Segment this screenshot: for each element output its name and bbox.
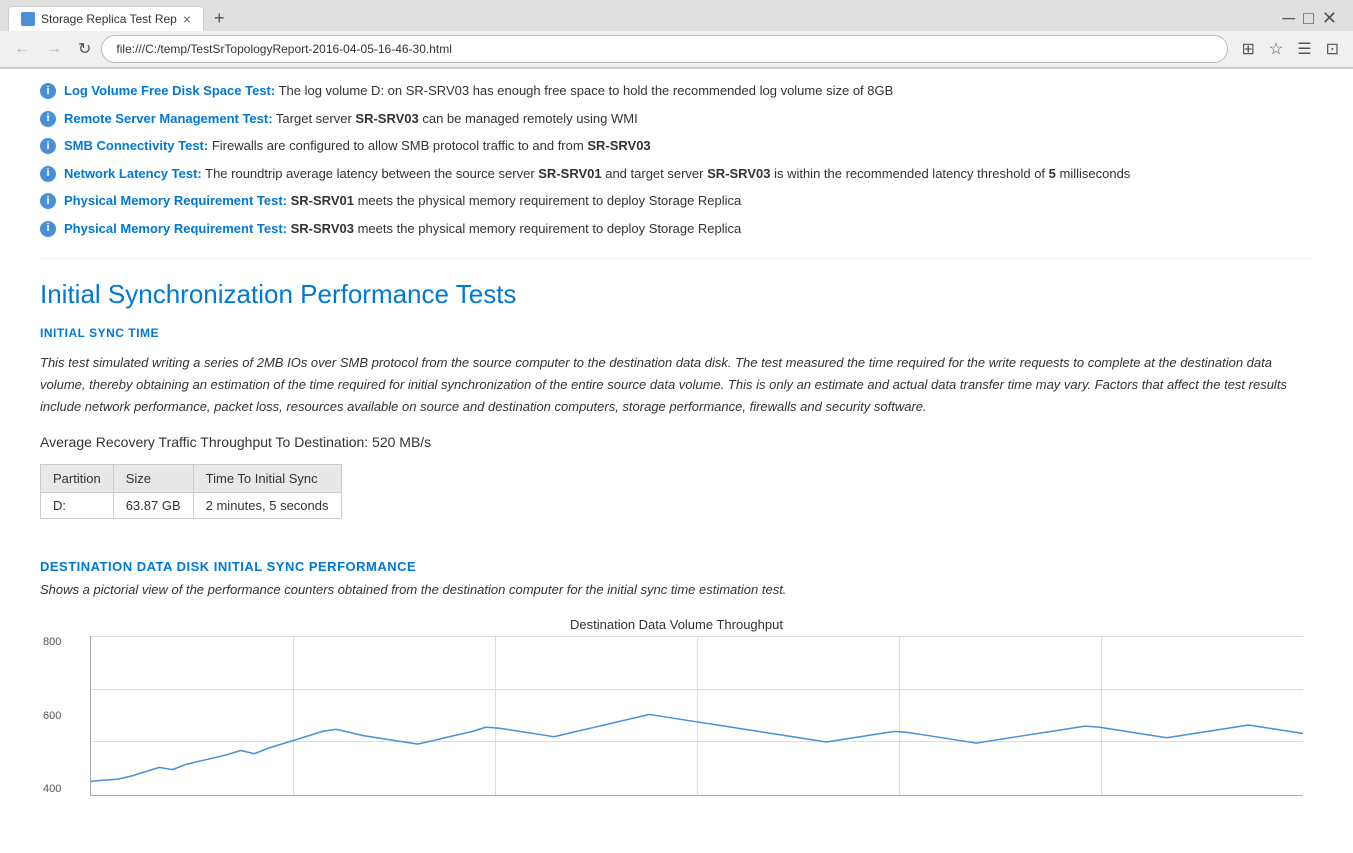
info-icon-smb: i: [40, 138, 56, 154]
tab-favicon: [21, 12, 35, 26]
table-cell-time: 2 minutes, 5 seconds: [193, 493, 341, 519]
info-icon-memory1: i: [40, 193, 56, 209]
sync-table-body: D:63.87 GB2 minutes, 5 seconds: [41, 493, 342, 519]
table-cell-partition: D:: [41, 493, 114, 519]
new-tab-button[interactable]: +: [208, 6, 231, 31]
menu-button[interactable]: ☰: [1291, 35, 1317, 63]
dest-disk-subheading: DESTINATION DATA DISK INITIAL SYNC PERFO…: [40, 559, 1313, 574]
info-item-remote: i Remote Server Management Test: Target …: [40, 105, 1313, 133]
section-main-heading: Initial Synchronization Performance Test…: [40, 279, 1313, 310]
tab-title: Storage Replica Test Rep: [41, 12, 177, 26]
table-cell-size: 63.87 GB: [113, 493, 193, 519]
table-header-row: Partition Size Time To Initial Sync: [41, 465, 342, 493]
page-content: i Log Volume Free Disk Space Test: The l…: [0, 69, 1353, 842]
info-item-logvolume: i Log Volume Free Disk Space Test: The l…: [40, 77, 1313, 105]
info-items-list: i Log Volume Free Disk Space Test: The l…: [40, 69, 1313, 259]
y-label-600: 600: [43, 710, 61, 722]
y-label-400: 400: [43, 783, 61, 795]
info-item-memory2: i Physical Memory Requirement Test: SR-S…: [40, 215, 1313, 243]
section-initial-sync: Initial Synchronization Performance Test…: [40, 259, 1313, 802]
bookmark-button[interactable]: ☆: [1263, 35, 1289, 63]
forward-button[interactable]: →: [40, 36, 68, 62]
chart-area: 800 600 400: [90, 636, 1303, 796]
info-icon-remote: i: [40, 111, 56, 127]
chart-y-labels: 800 600 400: [43, 636, 61, 795]
table-header-size: Size: [113, 465, 193, 493]
nav-bar: ← → ↻ ⊞ ☆ ☰ ⊡: [0, 31, 1353, 68]
extensions-button[interactable]: ⊡: [1320, 35, 1345, 63]
info-icon-logvolume: i: [40, 83, 56, 99]
throughput-line: Average Recovery Traffic Throughput To D…: [40, 434, 1313, 450]
address-bar[interactable]: [101, 35, 1227, 63]
info-label-memory1: Physical Memory Requirement Test:: [64, 193, 287, 208]
initial-sync-description: This test simulated writing a series of …: [40, 352, 1313, 418]
info-text-logvolume: Log Volume Free Disk Space Test: The log…: [64, 81, 893, 101]
info-label-latency: Network Latency Test:: [64, 166, 202, 181]
table-header-time: Time To Initial Sync: [193, 465, 341, 493]
chart-title-label: Destination Data Volume Throughput: [40, 617, 1313, 632]
close-window-button[interactable]: ✕: [1322, 8, 1345, 29]
info-icon-latency: i: [40, 166, 56, 182]
minimize-button[interactable]: ─: [1282, 8, 1303, 29]
info-text-memory1: Physical Memory Requirement Test: SR-SRV…: [64, 191, 741, 211]
info-text-latency: Network Latency Test: The roundtrip aver…: [64, 164, 1130, 184]
refresh-button[interactable]: ↻: [72, 35, 97, 63]
info-label-memory2: Physical Memory Requirement Test:: [64, 221, 287, 236]
dest-disk-section: DESTINATION DATA DISK INITIAL SYNC PERFO…: [40, 549, 1313, 802]
initial-sync-subheading: INITIAL SYNC TIME: [40, 326, 1313, 340]
browser-tab[interactable]: Storage Replica Test Rep ×: [8, 6, 204, 31]
chart-svg: [91, 636, 1303, 795]
dest-disk-subtitle: Shows a pictorial view of the performanc…: [40, 582, 1313, 597]
y-label-800: 800: [43, 636, 61, 648]
info-label-smb: SMB Connectivity Test:: [64, 138, 208, 153]
info-text-memory2: Physical Memory Requirement Test: SR-SRV…: [64, 219, 741, 239]
info-label-logvolume: Log Volume Free Disk Space Test:: [64, 83, 275, 98]
browser-chrome: Storage Replica Test Rep × + ─ □ ✕ ← → ↻…: [0, 0, 1353, 69]
table-row: D:63.87 GB2 minutes, 5 seconds: [41, 493, 342, 519]
info-text-smb: SMB Connectivity Test: Firewalls are con…: [64, 136, 651, 156]
back-button[interactable]: ←: [8, 36, 36, 62]
info-item-smb: i SMB Connectivity Test: Firewalls are c…: [40, 132, 1313, 160]
table-header-partition: Partition: [41, 465, 114, 493]
tab-bar: Storage Replica Test Rep × + ─ □ ✕: [0, 0, 1353, 31]
info-text-remote: Remote Server Management Test: Target se…: [64, 109, 638, 129]
initial-sync-time-block: INITIAL SYNC TIME This test simulated wr…: [40, 326, 1313, 519]
sync-table: Partition Size Time To Initial Sync D:63…: [40, 464, 342, 519]
tab-close-button[interactable]: ×: [183, 12, 191, 26]
maximize-button[interactable]: □: [1303, 8, 1322, 29]
nav-right-buttons: ⊞ ☆ ☰ ⊡: [1236, 35, 1346, 63]
info-item-memory1: i Physical Memory Requirement Test: SR-S…: [40, 187, 1313, 215]
info-item-latency: i Network Latency Test: The roundtrip av…: [40, 160, 1313, 188]
chart-container: Destination Data Volume Throughput 800 6…: [40, 617, 1313, 802]
info-label-remote: Remote Server Management Test:: [64, 111, 273, 126]
reader-view-button[interactable]: ⊞: [1236, 35, 1261, 63]
info-icon-memory2: i: [40, 221, 56, 237]
